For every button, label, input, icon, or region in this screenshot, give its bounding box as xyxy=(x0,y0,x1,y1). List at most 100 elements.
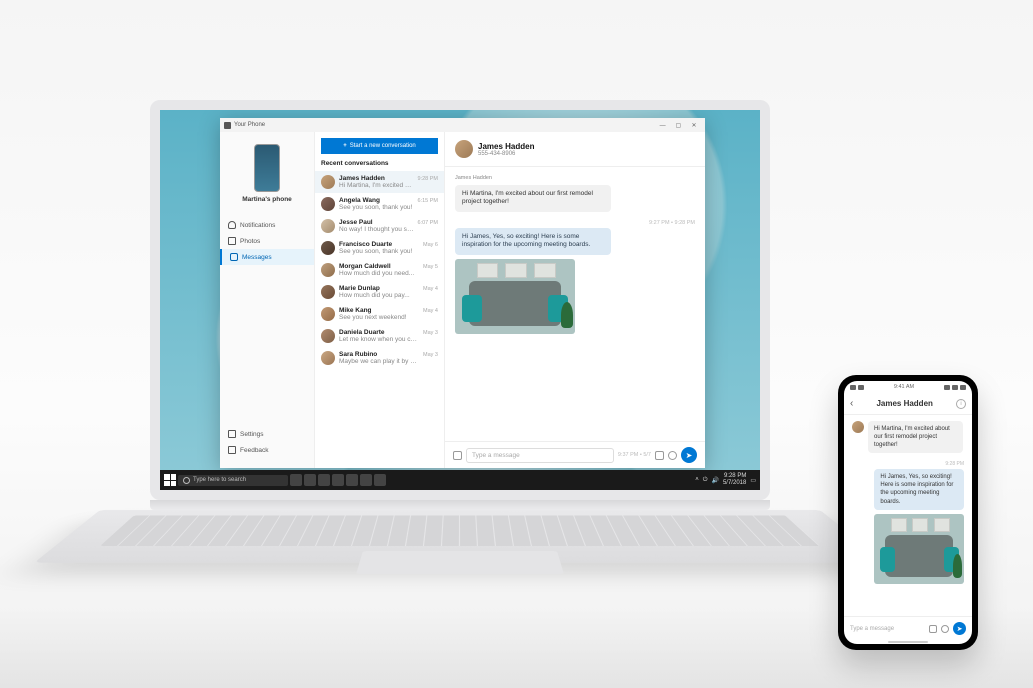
phone-screen: 9:41 AM ‹ James Hadden i Hi Martina, I'm… xyxy=(844,381,972,644)
avatar xyxy=(321,241,335,255)
chat-panel: James Hadden 555-434-8906 James Hadden H… xyxy=(445,132,705,468)
minimize-icon[interactable]: — xyxy=(656,123,670,129)
phone-home-indicator xyxy=(844,640,972,644)
send-button[interactable]: ➤ xyxy=(953,622,966,635)
sidebar-item-feedback[interactable]: Feedback xyxy=(220,442,314,458)
bell-icon xyxy=(228,221,236,229)
photo-icon xyxy=(228,237,236,245)
contact-name: James Hadden xyxy=(478,142,534,151)
phone-status-time: 9:41 AM xyxy=(894,384,914,390)
conversation-item[interactable]: Marie Dunlap How much did you pay... May… xyxy=(315,281,444,303)
window-controls[interactable]: — ▢ ✕ xyxy=(656,122,701,129)
tray-volume-icon[interactable]: 🔊 xyxy=(711,477,718,484)
task-view-icon[interactable] xyxy=(290,474,302,486)
emoji-icon[interactable] xyxy=(941,625,949,633)
maximize-icon[interactable]: ▢ xyxy=(671,122,685,129)
sidebar-item-settings[interactable]: Settings xyxy=(220,426,314,442)
app-icon xyxy=(224,122,231,129)
taskbar-app-icon[interactable] xyxy=(332,474,344,486)
conversation-time: May 4 xyxy=(423,286,438,292)
sidebar-item-messages[interactable]: Messages xyxy=(220,249,314,265)
conversation-name: Francisco Duarte xyxy=(339,241,419,248)
conversation-time: May 3 xyxy=(423,330,438,336)
phone-message-input[interactable]: Type a message xyxy=(850,626,925,632)
sidebar-nav: Notifications Photos Messages xyxy=(220,217,314,426)
taskbar-app-icon[interactable] xyxy=(360,474,372,486)
avatar xyxy=(321,329,335,343)
attach-icon[interactable] xyxy=(453,451,462,460)
avatar xyxy=(321,263,335,277)
tray-wifi-icon[interactable]: ⏻ xyxy=(703,477,708,484)
avatar xyxy=(321,307,335,321)
back-icon[interactable]: ‹ xyxy=(850,398,853,409)
new-conversation-button[interactable]: + Start a new conversation xyxy=(321,138,438,154)
conversation-item[interactable]: Francisco Duarte See you soon, thank you… xyxy=(315,237,444,259)
image-icon[interactable] xyxy=(655,451,664,460)
conversation-name: Mike Kang xyxy=(339,307,419,314)
sidebar-item-label: Settings xyxy=(240,431,264,438)
conversation-name: Marie Dunlap xyxy=(339,285,419,292)
action-center-icon[interactable]: ▭ xyxy=(750,477,756,484)
message-bubble: Hi James, Yes, so exciting! Here is some… xyxy=(874,469,964,509)
message-bubble: Hi Martina, I'm excited about our first … xyxy=(868,421,963,453)
conversation-item[interactable]: Daniela Duarte Let me know when you can.… xyxy=(315,325,444,347)
conversation-time: 6:15 PM xyxy=(418,198,438,204)
phone-illustration xyxy=(254,144,280,192)
taskbar-app-icon[interactable] xyxy=(318,474,330,486)
info-icon[interactable]: i xyxy=(956,399,966,409)
send-button[interactable]: ➤ xyxy=(681,447,697,463)
input-timestamp: 9:37 PM • 5/7 xyxy=(618,452,651,458)
laptop-screen: Your Phone — ▢ ✕ Martina's phone xyxy=(150,100,770,500)
taskbar-app-icon[interactable] xyxy=(304,474,316,486)
phone-chat-title: James Hadden xyxy=(857,399,952,408)
conversation-preview: See you soon, thank you! xyxy=(339,204,414,211)
conversation-item[interactable]: Morgan Caldwell How much did you need...… xyxy=(315,259,444,281)
message-input[interactable]: Type a message xyxy=(466,448,614,463)
message-bubble: Hi Martina, I'm excited about our first … xyxy=(455,185,611,212)
attached-image[interactable] xyxy=(874,514,964,584)
conversation-item[interactable]: Angela Wang See you soon, thank you! 6:1… xyxy=(315,193,444,215)
chat-body: James Hadden Hi Martina, I'm excited abo… xyxy=(445,167,705,441)
chat-input-row: Type a message 9:37 PM • 5/7 ➤ xyxy=(445,441,705,468)
conversation-item[interactable]: Sara Rubino Maybe we can play it by ear … xyxy=(315,347,444,369)
avatar xyxy=(321,285,335,299)
conversation-name: Morgan Caldwell xyxy=(339,263,419,270)
taskbar-app-icon[interactable] xyxy=(374,474,386,486)
sidebar-item-notifications[interactable]: Notifications xyxy=(220,217,314,233)
start-button[interactable] xyxy=(164,474,176,486)
conversation-preview: How much did you need... xyxy=(339,270,419,277)
connected-phone-label: Martina's phone xyxy=(242,196,292,203)
conversation-items: James Hadden Hi Martina, I'm excited abo… xyxy=(315,171,444,468)
your-phone-app-window: Your Phone — ▢ ✕ Martina's phone xyxy=(220,118,705,468)
conversation-time: May 6 xyxy=(423,242,438,248)
taskbar-search[interactable]: Type here to search xyxy=(178,475,288,486)
conversation-name: Daniela Duarte xyxy=(339,329,419,336)
phone-hero: Martina's phone xyxy=(220,138,314,213)
laptop-base xyxy=(100,510,820,660)
close-icon[interactable]: ✕ xyxy=(687,122,701,129)
phone-message-timestamp: 9:28 PM xyxy=(852,461,964,467)
conversation-item[interactable]: Jesse Paul No way! I thought you still..… xyxy=(315,215,444,237)
conversation-item[interactable]: Mike Kang See you next weekend! May 4 xyxy=(315,303,444,325)
phone-chat-header: ‹ James Hadden i xyxy=(844,393,972,415)
conversation-name: Sara Rubino xyxy=(339,351,419,358)
conversation-name: James Hadden xyxy=(339,175,414,182)
contact-phone: 555-434-8906 xyxy=(478,151,534,157)
phone-message-outgoing: Hi James, Yes, so exciting! Here is some… xyxy=(852,469,964,583)
image-icon[interactable] xyxy=(929,625,937,633)
taskbar-app-icon[interactable] xyxy=(346,474,358,486)
tray-chevron-icon[interactable]: ˄ xyxy=(695,477,699,483)
message-incoming: Hi Martina, I'm excited about our first … xyxy=(455,185,695,212)
system-tray[interactable]: ˄ ⏻ 🔊 9:28 PM 5/7/2018 ▭ xyxy=(695,473,756,486)
plus-icon: + xyxy=(343,143,347,149)
sidebar-item-label: Photos xyxy=(240,238,260,245)
avatar xyxy=(852,421,864,433)
emoji-icon[interactable] xyxy=(668,451,677,460)
taskbar-date: 5/7/2018 xyxy=(723,480,746,487)
conversation-item[interactable]: James Hadden Hi Martina, I'm excited abo… xyxy=(315,171,444,193)
conversation-time: May 5 xyxy=(423,264,438,270)
gear-icon xyxy=(228,430,236,438)
laptop-keyboard xyxy=(100,515,820,546)
attached-image[interactable] xyxy=(455,259,575,334)
sidebar-item-photos[interactable]: Photos xyxy=(220,233,314,249)
